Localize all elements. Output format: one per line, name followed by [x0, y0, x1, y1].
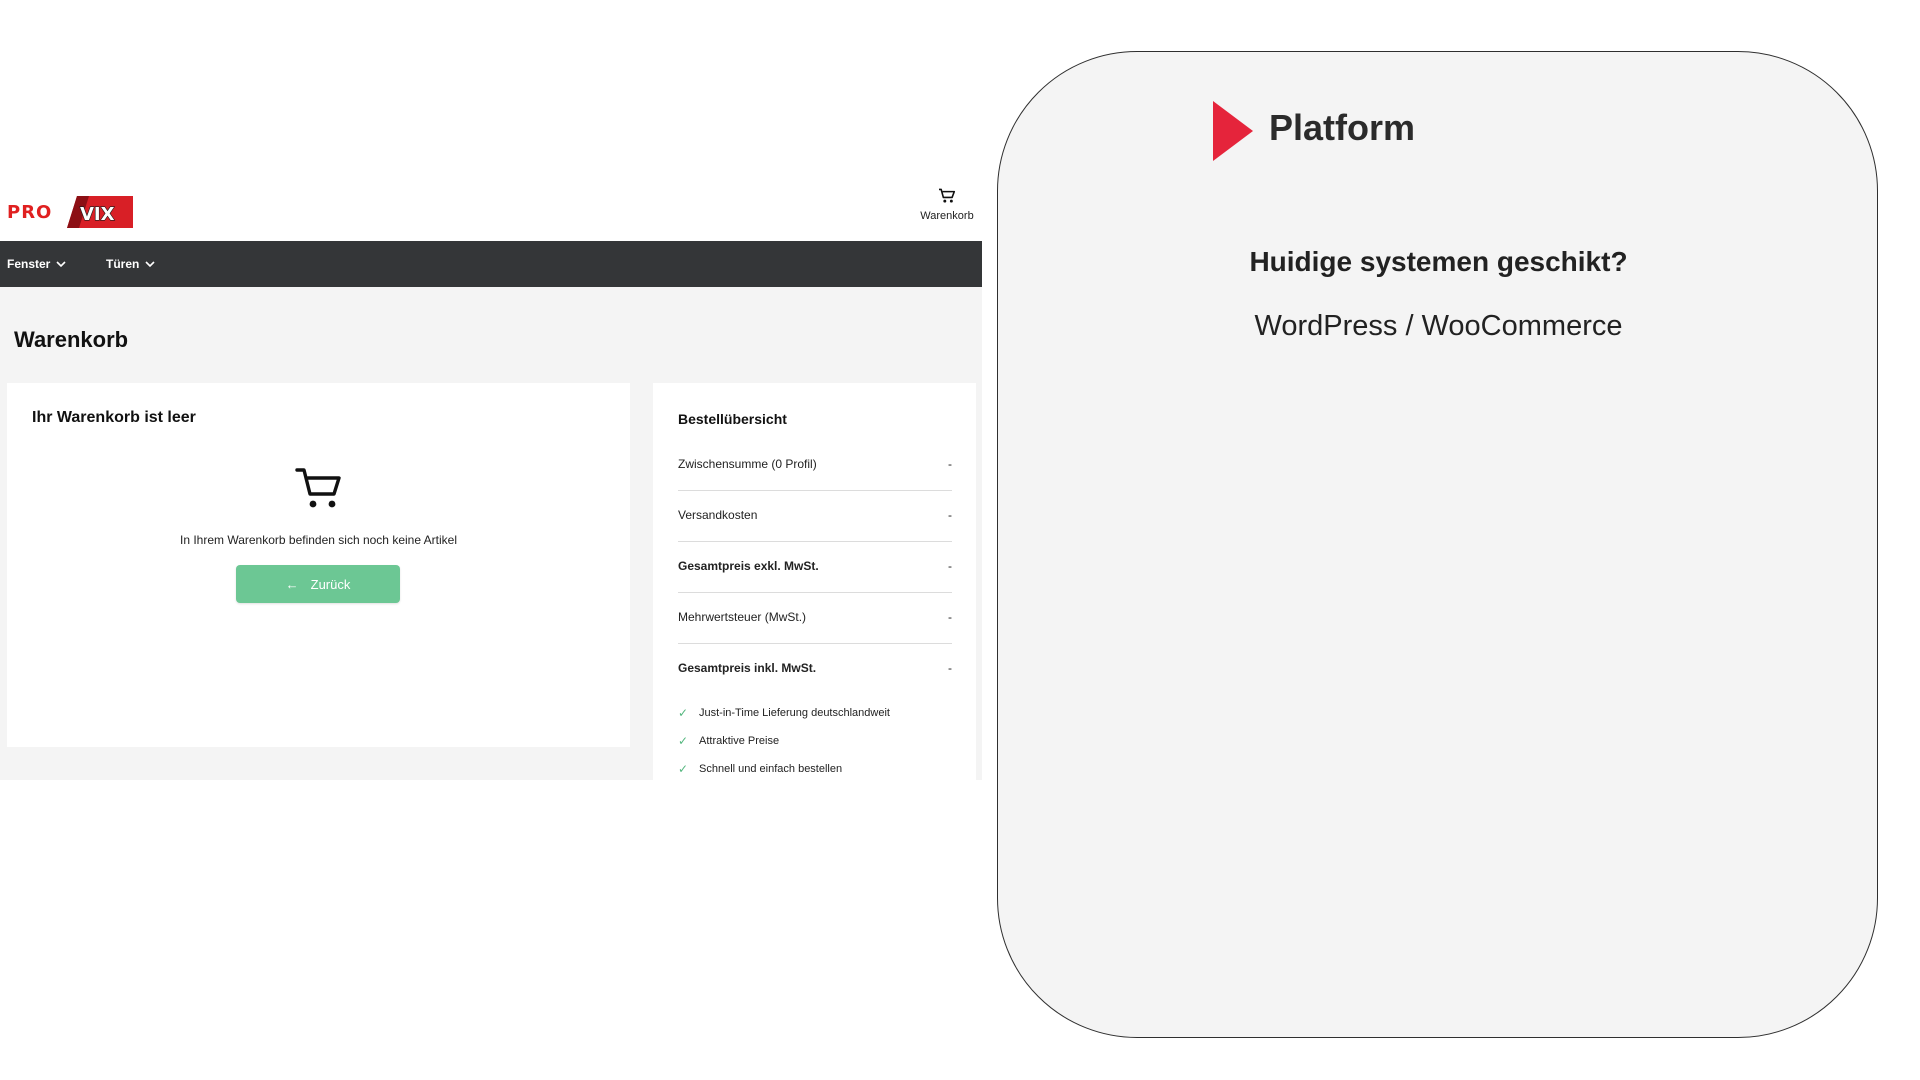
summary-row-label: Mehrwertsteuer (MwSt.) — [678, 610, 807, 624]
summary-row-value: - — [948, 661, 952, 675]
feature-list: ✓ Just-in-Time Lieferung deutschlandweit… — [678, 699, 968, 783]
shop-screenshot: PRO VIX Warenkorb Fenster Türen Warenkor… — [0, 0, 982, 780]
list-item: ✓ Schnell und einfach bestellen — [678, 755, 968, 783]
slide-panel: Platform Huidige systemen geschikt? Word… — [997, 51, 1878, 1038]
arrow-left-icon: ← — [285, 576, 299, 592]
feature-label: Schnell und einfach bestellen — [699, 763, 843, 775]
chevron-down-icon — [56, 260, 66, 267]
empty-cart-text: In Ihrem Warenkorb befinden sich noch ke… — [179, 533, 458, 547]
cart-card: Ihr Warenkorb ist leer In Ihrem Warenkor… — [7, 383, 630, 747]
cart-icon — [295, 467, 343, 516]
play-triangle-icon — [1213, 101, 1253, 161]
summary-row-vat: Mehrwertsteuer (MwSt.) - — [678, 592, 952, 644]
main-navigation: Fenster Türen — [0, 241, 982, 287]
summary-row-total-excl-vat: Gesamtpreis exkl. MwSt. - — [678, 541, 952, 593]
feature-label: Attraktive Preise — [699, 735, 780, 747]
order-summary-title: Bestellübersicht — [678, 411, 787, 427]
cart-page-content: Warenkorb Ihr Warenkorb ist leer In Ihre… — [0, 287, 982, 780]
list-item: ✓ Attraktive Preise — [678, 727, 968, 755]
header-cart-link[interactable]: Warenkorb — [912, 188, 982, 222]
feature-label: Just-in-Time Lieferung deutschlandweit — [699, 707, 890, 719]
empty-cart-title: Ihr Warenkorb ist leer — [32, 409, 196, 426]
slide-question: Huidige systemen geschikt? — [1249, 246, 1628, 277]
summary-row-label: Zwischensumme (0 Profil) — [678, 457, 817, 471]
page-title: Warenkorb — [14, 327, 129, 352]
summary-row-value: - — [948, 457, 952, 471]
svg-text:VIX: VIX — [80, 204, 115, 225]
header-cart-label: Warenkorb — [920, 210, 974, 222]
nav-item-label: Fenster — [7, 257, 51, 271]
nav-item-tueren[interactable]: Türen — [106, 241, 155, 287]
check-icon: ✓ — [678, 706, 689, 720]
svg-text:PRO: PRO — [7, 202, 52, 223]
empty-cart-icon-svg — [295, 468, 341, 508]
summary-row-label: Gesamtpreis inkl. MwSt. — [678, 661, 817, 675]
back-button-label: Zurück — [310, 576, 351, 592]
summary-row-value: - — [948, 508, 952, 522]
provix-logo-icon: PRO VIX — [7, 196, 133, 228]
summary-row-label: Versandkosten — [678, 508, 758, 522]
provix-logo[interactable]: PRO VIX — [7, 194, 133, 230]
summary-row-value: - — [948, 610, 952, 624]
summary-row-subtotal: Zwischensumme (0 Profil) - — [678, 439, 952, 491]
summary-row-label: Gesamtpreis exkl. MwSt. — [678, 559, 819, 573]
check-icon: ✓ — [678, 762, 689, 776]
check-icon: ✓ — [678, 734, 689, 748]
nav-item-label: Türen — [106, 257, 140, 271]
nav-item-fenster[interactable]: Fenster — [7, 241, 66, 287]
order-summary: Bestellübersicht Zwischensumme (0 Profil… — [653, 383, 976, 780]
cart-icon — [939, 188, 956, 203]
back-button[interactable]: ← Zurück — [236, 565, 400, 603]
summary-row-total-incl-vat: Gesamtpreis inkl. MwSt. - — [678, 643, 952, 694]
summary-row-value: - — [948, 559, 952, 573]
chevron-down-icon — [145, 260, 155, 267]
summary-row-shipping: Versandkosten - — [678, 490, 952, 542]
slide-answer: WordPress / WooCommerce — [1254, 310, 1623, 342]
list-item: ✓ Just-in-Time Lieferung deutschlandweit — [678, 699, 968, 727]
slide-title: Platform — [1269, 107, 1416, 148]
